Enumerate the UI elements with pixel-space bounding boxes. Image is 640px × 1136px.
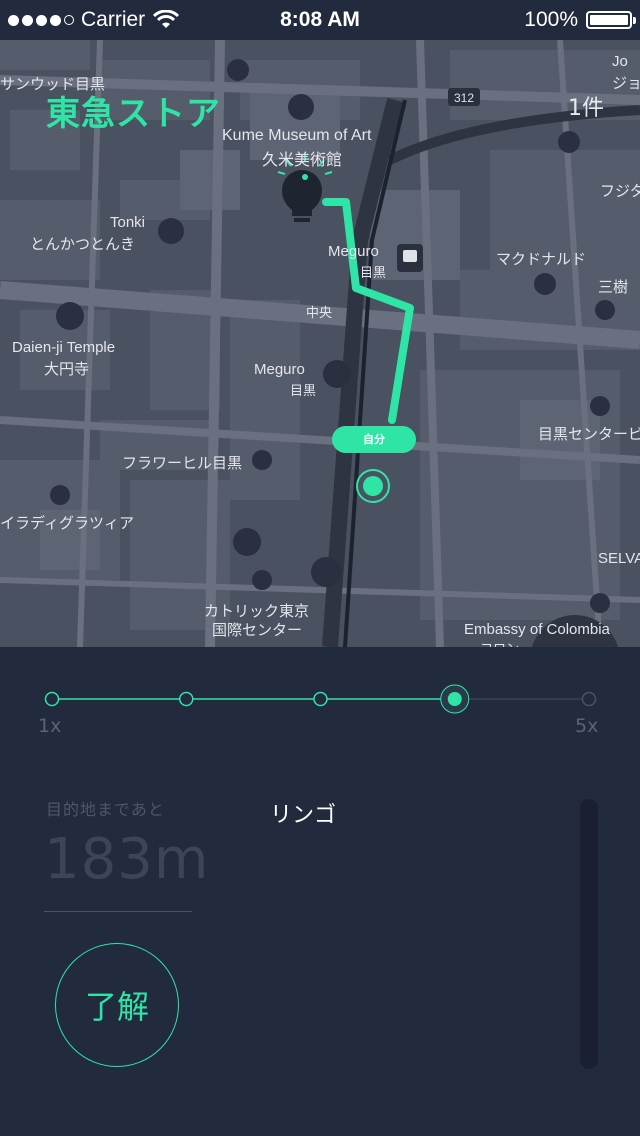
map-label: 三樹 [598,279,629,296]
route-badge: 312 [454,91,474,105]
map-label: 国際センター [212,622,303,639]
status-right: 100% [524,8,636,32]
speed-slider[interactable] [0,647,640,747]
slider-max-label: 5x [575,715,599,737]
map-label: Embassy of Colombia [464,621,610,638]
info-panel: 1x 5x 目的地まであと 183m リンゴ 了解 [0,647,640,1136]
battery-percent: 100% [524,8,578,31]
store-title: 東急ストア [46,94,221,134]
remaining-label: 目的地まであと [46,800,165,819]
slider-step [313,691,328,707]
map-label: マクドナルド [496,251,587,268]
divider [44,911,192,912]
map-label: Kume Museum of Art [222,127,372,144]
distance-value: 183m [44,827,210,892]
map-view[interactable]: 312 サンウッド目黒 Kume Museum of Art 久米美術館 Ton… [0,40,640,647]
map-label: Meguro [328,243,379,260]
battery-icon [586,11,636,29]
map-label: とんかつとんき [30,236,136,253]
map-label: ジョ [612,75,640,92]
map-label: カトリック東京 [204,603,310,620]
result-count: 1件 [568,96,604,121]
map-label: 目黒 [360,265,387,280]
map-label: 久米美術館 [262,152,343,169]
map-label: Tonki [110,214,146,231]
slider-step [581,691,597,707]
status-bar: Carrier 8:08 AM 100% [0,0,640,40]
map-label: Meguro [254,361,305,378]
map-label: フラワーヒル目黒 [122,455,243,472]
map-label: 中央 [306,305,333,320]
slider-step [179,691,194,707]
scroll-track[interactable] [580,799,598,1069]
map-label: Daien-ji Temple [12,339,116,356]
map-label: 目黒センタービ [538,426,640,443]
map-label: フジタ [600,183,640,200]
map-label: SELVA [598,550,640,567]
slider-step [44,691,60,707]
map-label: Jo [612,53,628,70]
map-label: 大円寺 [44,361,90,378]
map-label: 目黒 [290,383,317,398]
map-label: コロン [480,638,519,647]
map-label: イラディグラツィア [0,515,134,532]
slider-min-label: 1x [38,715,62,737]
item-name: リンゴ [270,803,337,828]
slider-thumb [447,692,462,706]
ok-button[interactable]: 了解 [55,943,179,1067]
self-location-label: 自分 [332,426,416,453]
